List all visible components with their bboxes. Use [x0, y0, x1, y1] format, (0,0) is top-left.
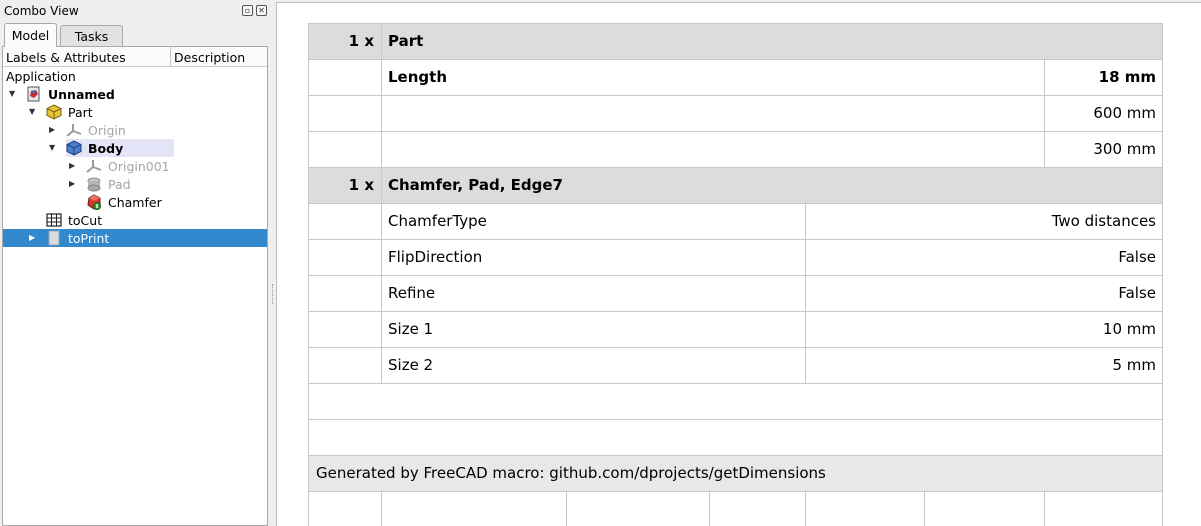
column-divider[interactable]: [170, 47, 171, 67]
tree-item-label: Unnamed: [48, 87, 115, 102]
tree-item-label: Application: [6, 69, 76, 84]
column-divider: [381, 96, 382, 131]
tree-item-tocut[interactable]: toCut: [3, 211, 267, 229]
footer-credit-text: Generated by FreeCAD macro: github.com/d…: [316, 464, 826, 482]
table-row-empty: [308, 420, 1163, 456]
tree-item-label: toPrint: [68, 231, 110, 246]
page-icon: [48, 230, 60, 246]
tree-item-toprint[interactable]: ▶ toPrint: [3, 229, 267, 247]
table-row-footer: Generated by FreeCAD macro: github.com/d…: [308, 456, 1163, 492]
column-divider: [924, 492, 925, 526]
tab-model[interactable]: Model: [4, 23, 57, 47]
expanded-arrow-icon[interactable]: ▼: [49, 143, 59, 153]
property-value-cell: False: [1118, 284, 1156, 302]
table-row-property: Refine False: [308, 276, 1163, 312]
collapsed-arrow-icon[interactable]: ▶: [69, 179, 79, 189]
length-value-cell: 18 mm: [1098, 68, 1156, 86]
tree-item-label: Pad: [108, 177, 131, 192]
tree-header: Labels & Attributes Description: [3, 47, 267, 67]
body-icon: [66, 140, 82, 156]
collapsed-arrow-icon[interactable]: ▶: [29, 233, 39, 243]
table-row-dimension: 600 mm: [308, 96, 1163, 132]
expanded-arrow-icon[interactable]: ▼: [9, 89, 19, 99]
column-header-description[interactable]: Description: [174, 50, 245, 65]
combo-view-titlebar: Combo View ▫ ✕: [0, 0, 270, 22]
property-name-cell: Size 2: [388, 356, 434, 374]
column-divider: [381, 132, 382, 167]
table-row-property: FlipDirection False: [308, 240, 1163, 276]
column-divider: [1044, 492, 1045, 526]
property-name-cell: ChamferType: [388, 212, 487, 230]
tree-item-label: Origin001: [108, 159, 170, 174]
tab-tasks[interactable]: Tasks: [60, 25, 123, 46]
combo-view-panel: Combo View ▫ ✕ Model Tasks Labels & Attr…: [0, 0, 270, 526]
pad-icon: [87, 177, 101, 192]
property-value-cell: 5 mm: [1112, 356, 1156, 374]
origin-icon: [86, 160, 102, 173]
property-name-cell: FlipDirection: [388, 248, 483, 266]
tree-item-origin[interactable]: ▶ Origin: [3, 121, 267, 139]
property-value-cell: 10 mm: [1102, 320, 1156, 338]
spreadsheet-icon: [46, 213, 62, 227]
tree-item-body[interactable]: ▼ Body: [3, 139, 267, 157]
tree-item-label: Chamfer: [108, 195, 162, 210]
tree-item-part[interactable]: ▼ Part: [3, 103, 267, 121]
collapsed-arrow-icon[interactable]: ▶: [49, 125, 59, 135]
tree-item-label: toCut: [68, 213, 103, 228]
tree-item-label: Body: [88, 141, 124, 156]
origin-icon: [66, 124, 82, 137]
property-value-cell: Two distances: [1051, 212, 1156, 230]
tree-item-chamfer[interactable]: Chamfer: [3, 193, 267, 211]
quantity-cell: 1 x: [348, 176, 374, 194]
length-label-cell: Length: [388, 68, 447, 86]
collapsed-arrow-icon[interactable]: ▶: [69, 161, 79, 171]
part-icon: [46, 104, 62, 120]
table-row-property: Size 1 10 mm: [308, 312, 1163, 348]
table-row-empty: [308, 384, 1163, 420]
tree-item-label: Origin: [88, 123, 126, 138]
table-row-property: Size 2 5 mm: [308, 348, 1163, 384]
table-row-length: Length 18 mm: [308, 60, 1163, 96]
column-divider: [709, 492, 710, 526]
table-row-chamfer-header: 1 x Chamfer, Pad, Edge7: [308, 168, 1163, 204]
table-row-dimension: 300 mm: [308, 132, 1163, 168]
tree-item-application[interactable]: Application: [3, 67, 267, 85]
report-page-view: 1 x Part Length 18 mm 600 mm 300 mm 1 x: [276, 2, 1201, 526]
chamfer-icon: [87, 194, 101, 210]
part-name-cell: Part: [388, 32, 424, 50]
quantity-cell: 1 x: [348, 32, 374, 50]
column-header-labels[interactable]: Labels & Attributes: [6, 50, 126, 65]
tree-item-label: Part: [68, 105, 93, 120]
feature-name-cell: Chamfer, Pad, Edge7: [388, 176, 563, 194]
float-panel-icon[interactable]: ▫: [242, 5, 253, 16]
property-name-cell: Size 1: [388, 320, 434, 338]
table-row-part-header: 1 x Part: [308, 23, 1163, 60]
splitter-grip-icon[interactable]: [272, 284, 274, 304]
property-value-cell: False: [1118, 248, 1156, 266]
table-row-property: ChamferType Two distances: [308, 204, 1163, 240]
column-divider: [805, 492, 806, 526]
property-name-cell: Refine: [388, 284, 436, 302]
model-tree: Labels & Attributes Description Applicat…: [2, 46, 268, 526]
combo-view-title: Combo View: [4, 4, 79, 18]
column-divider: [566, 492, 567, 526]
dimension-value-cell: 300 mm: [1093, 140, 1156, 158]
column-divider: [381, 492, 382, 526]
tree-item-unnamed[interactable]: ▼ Unnamed: [3, 85, 267, 103]
expanded-arrow-icon[interactable]: ▼: [29, 107, 39, 117]
table-row-grid: [308, 492, 1163, 526]
tree-item-origin001[interactable]: ▶ Origin001: [3, 157, 267, 175]
tree-item-pad[interactable]: ▶ Pad: [3, 175, 267, 193]
dimension-value-cell: 600 mm: [1093, 104, 1156, 122]
document-icon: [27, 86, 40, 102]
close-panel-icon[interactable]: ✕: [256, 5, 267, 16]
